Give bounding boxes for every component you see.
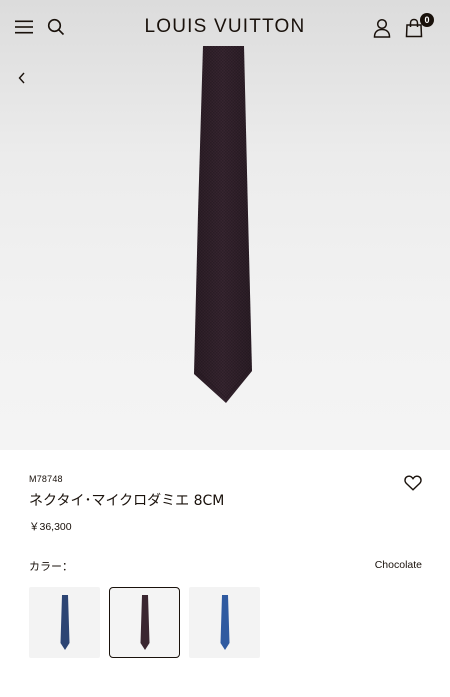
- product-image-area: [0, 0, 450, 450]
- account-icon[interactable]: [372, 17, 392, 39]
- color-selector-row: カラー： Chocolate: [29, 558, 422, 574]
- product-name: ネクタイ･マイクロダミエ 8CM: [29, 493, 225, 509]
- cart-count-badge: 0: [420, 13, 434, 27]
- product-sku: M78748: [29, 474, 63, 484]
- tie-thumbnail-navy: [60, 594, 69, 650]
- tie-thumbnail-chocolate: [140, 594, 149, 650]
- color-swatch-blue[interactable]: [189, 587, 260, 658]
- product-info: M78748 ネクタイ･マイクロダミエ 8CM ￥36,300: [29, 474, 429, 534]
- color-swatch-chocolate[interactable]: [109, 587, 180, 658]
- color-label: カラー：: [29, 560, 73, 573]
- color-swatch-navy[interactable]: [29, 587, 100, 658]
- selected-color-value: Chocolate: [374, 559, 422, 571]
- heart-icon[interactable]: [404, 475, 422, 491]
- product-price: ￥36,300: [29, 521, 72, 533]
- tie-thumbnail-blue: [220, 594, 229, 650]
- back-arrow-icon[interactable]: [14, 70, 30, 86]
- top-navigation-bar: LOUIS VUITTON 0: [0, 0, 450, 56]
- product-image-tie[interactable]: [186, 46, 266, 406]
